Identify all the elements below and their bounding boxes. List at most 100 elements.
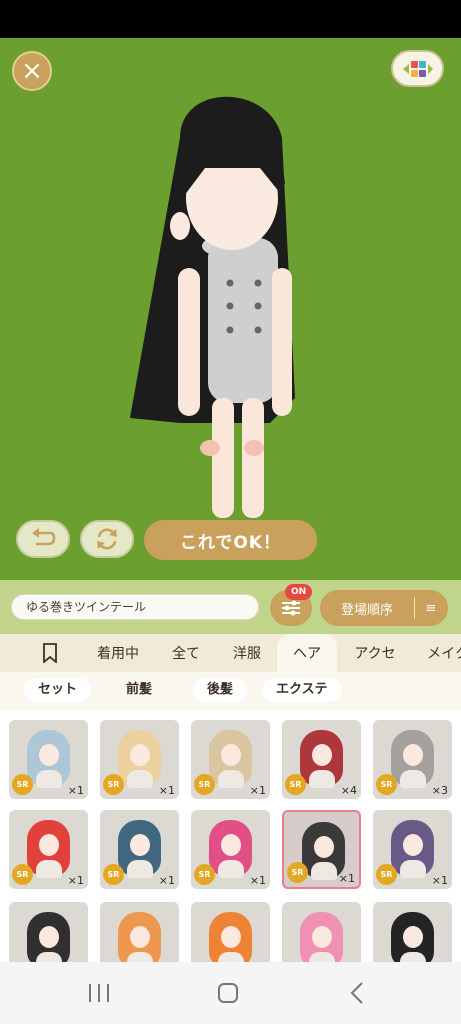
rarity-badge: SR (194, 864, 215, 885)
face-preview (312, 926, 332, 948)
item-count: ×1 (158, 874, 175, 887)
rarity-badge: SR (103, 864, 124, 885)
confirm-ok-button[interactable]: これでOK！ (144, 520, 317, 560)
body-preview (36, 860, 62, 878)
body-preview (311, 862, 337, 880)
face-preview (221, 834, 241, 856)
item-count: ×1 (67, 874, 84, 887)
rarity-badge: SR (287, 862, 308, 883)
subtab-front-hair[interactable]: 前髪 (112, 678, 166, 702)
status-bar (0, 0, 461, 38)
body-preview (36, 952, 62, 962)
bookmark-icon[interactable] (40, 643, 60, 663)
hair-item-grid: SR ×1 SR ×1 SR ×1 SR ×4 SR ×3 SR ×1 SR ×1 SR ×1 SR ×1 SR ×1 (0, 710, 461, 962)
face-preview (130, 744, 150, 766)
body-preview (127, 952, 153, 962)
hair-item-card[interactable]: SR ×4 (282, 720, 361, 799)
body-preview (218, 770, 244, 788)
item-count: ×1 (67, 784, 84, 797)
hair-item-card[interactable] (282, 902, 361, 962)
face-preview (403, 834, 423, 856)
item-name-field[interactable]: ゆる巻きツインテール (11, 594, 259, 620)
color-palette-icon (402, 60, 433, 77)
hair-item-card[interactable] (191, 902, 270, 962)
tab-all[interactable]: 全て (160, 634, 212, 672)
hair-item-card[interactable] (373, 902, 452, 962)
face-preview (314, 836, 334, 858)
rarity-badge: SR (12, 774, 33, 795)
sliders-icon (282, 600, 300, 616)
hair-item-card[interactable]: SR ×1 (100, 810, 179, 889)
item-count: ×1 (158, 784, 175, 797)
close-button[interactable]: × (12, 51, 52, 91)
body-preview (127, 770, 153, 788)
face-preview (39, 744, 59, 766)
undo-icon (32, 528, 56, 546)
rarity-badge: SR (103, 774, 124, 795)
item-count: ×3 (431, 784, 448, 797)
subtab-extension[interactable]: エクステ (262, 678, 342, 702)
rarity-badge: SR (12, 864, 33, 885)
rarity-badge: SR (376, 864, 397, 885)
tab-clothes[interactable]: 洋服 (220, 634, 274, 672)
category-tabs: 着用中 全て 洋服 ヘア アクセ メイク (0, 634, 461, 672)
tab-accessory[interactable]: アクセ (344, 634, 406, 672)
hair-item-card[interactable]: SR ×1 (100, 720, 179, 799)
tab-wearing[interactable]: 着用中 (84, 634, 152, 672)
rarity-badge: SR (194, 774, 215, 795)
hair-item-card[interactable]: SR ×1 (282, 810, 361, 889)
sort-label: 登場順序 (340, 602, 393, 618)
back-icon[interactable] (348, 980, 366, 1006)
rotate-icon (97, 528, 117, 550)
rarity-badge: SR (376, 774, 397, 795)
rotate-button[interactable] (80, 520, 134, 558)
body-preview (309, 770, 335, 788)
undo-button[interactable] (16, 520, 70, 558)
hair-item-card[interactable]: SR ×3 (373, 720, 452, 799)
hair-item-card[interactable]: SR ×1 (9, 720, 88, 799)
recents-icon[interactable] (89, 984, 109, 1002)
body-preview (309, 952, 335, 962)
item-count: ×4 (340, 784, 357, 797)
face-preview (130, 926, 150, 948)
item-count: ×1 (249, 874, 266, 887)
face-preview (39, 926, 59, 948)
hair-item-card[interactable]: SR ×1 (191, 810, 270, 889)
subtab-set[interactable]: セット (24, 678, 92, 702)
face-preview (39, 834, 59, 856)
face-preview (403, 926, 423, 948)
color-select-button[interactable] (391, 50, 444, 87)
avatar-figure[interactable] (120, 78, 320, 518)
face-preview (221, 744, 241, 766)
face-preview (221, 926, 241, 948)
hair-item-card[interactable] (9, 902, 88, 962)
face-preview (130, 834, 150, 856)
sort-icon: ≡ (425, 600, 437, 616)
body-preview (400, 860, 426, 878)
body-preview (127, 860, 153, 878)
system-nav-bar (0, 962, 461, 1024)
body-preview (400, 952, 426, 962)
subtab-back-hair[interactable]: 後髪 (193, 678, 248, 702)
rarity-badge: SR (285, 774, 306, 795)
tab-makeup[interactable]: メイク (417, 634, 461, 672)
tab-hair[interactable]: ヘア (277, 634, 337, 672)
filter-on-badge: ON (285, 584, 313, 600)
hair-item-card[interactable]: SR ×1 (9, 810, 88, 889)
body-preview (218, 952, 244, 962)
body-preview (36, 770, 62, 788)
hair-item-card[interactable] (100, 902, 179, 962)
face-preview (403, 744, 423, 766)
avatar-stage: × これでOK！ (0, 38, 461, 580)
body-preview (400, 770, 426, 788)
face-preview (312, 744, 332, 766)
item-count: ×1 (249, 784, 266, 797)
hair-subtabs: セット 前髪 後髪 エクステ (0, 672, 461, 710)
hair-item-card[interactable]: SR ×1 (373, 810, 452, 889)
sort-order-button[interactable]: 登場順序 ≡ (320, 590, 448, 626)
hair-item-card[interactable]: SR ×1 (191, 720, 270, 799)
item-count: ×1 (431, 874, 448, 887)
home-icon[interactable] (218, 983, 238, 1003)
item-toolbar: ゆる巻きツインテール ON 登場順序 ≡ (0, 580, 461, 634)
body-preview (218, 860, 244, 878)
